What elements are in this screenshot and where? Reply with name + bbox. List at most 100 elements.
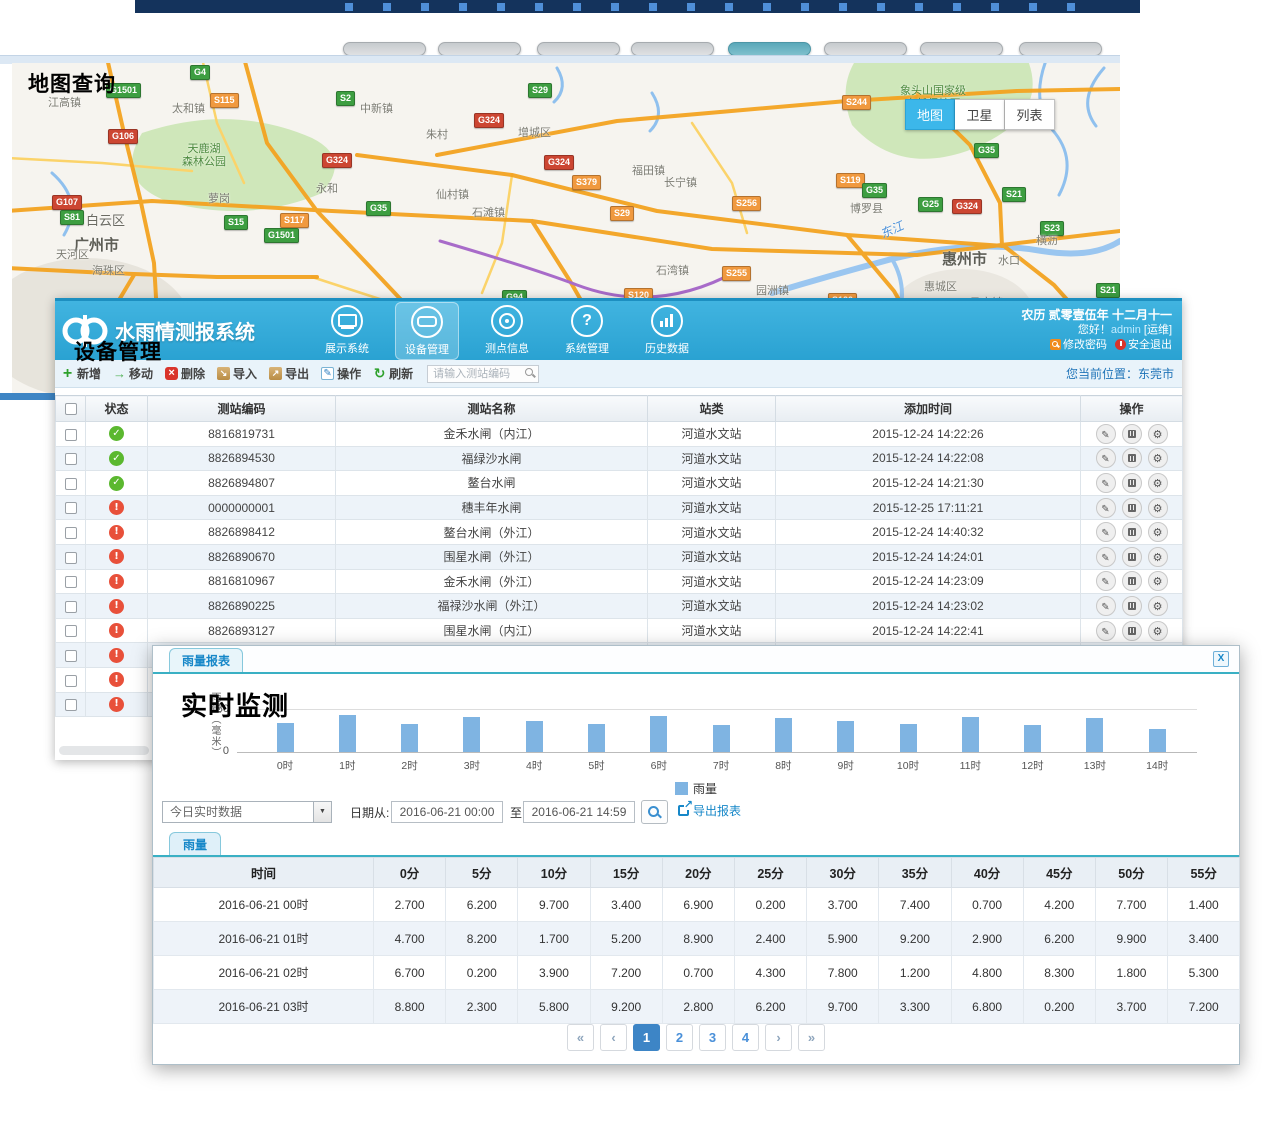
favicon[interactable] (801, 3, 809, 11)
favicon[interactable] (383, 3, 391, 11)
settings-button[interactable] (1148, 547, 1168, 567)
toolbar-button-导出[interactable]: 导出 (269, 365, 309, 382)
favicon[interactable] (345, 3, 353, 11)
tab-rain-report[interactable]: 雨量报表 (169, 648, 243, 672)
favicon[interactable] (915, 3, 923, 11)
settings-button[interactable] (1148, 448, 1168, 468)
window-tab-stub[interactable] (343, 42, 426, 56)
favicon[interactable] (573, 3, 581, 11)
nav-item-系统管理[interactable]: 系统管理 (555, 302, 619, 358)
export-report-link[interactable]: 导出报表 (678, 802, 741, 819)
favicon[interactable] (763, 3, 771, 11)
row-checkbox[interactable] (65, 699, 77, 711)
logout-link[interactable]: 安全退出 (1128, 339, 1172, 351)
archive-button[interactable] (1122, 424, 1142, 444)
favicon[interactable] (1029, 3, 1037, 11)
favicon[interactable] (953, 3, 961, 11)
settings-button[interactable] (1148, 571, 1168, 591)
settings-button[interactable] (1148, 522, 1168, 542)
favicon[interactable] (459, 3, 467, 11)
edit-button[interactable] (1096, 596, 1116, 616)
change-password-link[interactable]: 修改密码 (1063, 339, 1107, 351)
archive-button[interactable] (1122, 473, 1142, 493)
date-from-input[interactable] (391, 801, 503, 823)
settings-button[interactable] (1148, 424, 1168, 444)
favicon[interactable] (991, 3, 999, 11)
edit-button[interactable] (1096, 448, 1116, 468)
toolbar-button-删除[interactable]: 删除 (165, 365, 205, 382)
date-to-input[interactable] (523, 801, 635, 823)
map-type-button-卫星[interactable]: 卫星 (955, 99, 1005, 130)
toolbar-button-新增[interactable]: 新增 (61, 365, 101, 382)
select-all-checkbox[interactable] (65, 403, 77, 415)
close-icon[interactable]: X (1213, 651, 1229, 667)
window-tab-stub[interactable] (920, 42, 1003, 56)
pager-arrow-button[interactable]: » (798, 1024, 825, 1051)
row-checkbox[interactable] (65, 650, 77, 662)
edit-button[interactable] (1096, 473, 1116, 493)
row-checkbox[interactable] (65, 502, 77, 514)
window-tab-stub[interactable] (1019, 42, 1102, 56)
window-tab-stub[interactable] (631, 42, 714, 56)
favicon[interactable] (1067, 3, 1075, 11)
toolbar-button-移动[interactable]: 移动 (113, 365, 153, 382)
archive-button[interactable] (1122, 621, 1142, 641)
favicon[interactable] (649, 3, 657, 11)
nav-item-设备管理[interactable]: 设备管理 (395, 302, 459, 360)
station-search-input[interactable] (427, 365, 539, 383)
window-tab-stub[interactable] (438, 42, 521, 56)
pager-arrow-button[interactable]: « (567, 1024, 594, 1051)
nav-item-展示系统[interactable]: 展示系统 (315, 302, 379, 358)
page-button-1[interactable]: 1 (633, 1024, 660, 1051)
map-type-button-列表[interactable]: 列表 (1005, 99, 1055, 130)
row-checkbox[interactable] (65, 527, 77, 539)
window-tab-stub[interactable] (537, 42, 620, 56)
tab-rain[interactable]: 雨量 (169, 832, 221, 855)
page-button-3[interactable]: 3 (699, 1024, 726, 1051)
pager-arrow-button[interactable]: › (765, 1024, 792, 1051)
page-button-2[interactable]: 2 (666, 1024, 693, 1051)
archive-button[interactable] (1122, 448, 1142, 468)
archive-button[interactable] (1122, 547, 1142, 567)
row-checkbox[interactable] (65, 453, 77, 465)
favicon[interactable] (497, 3, 505, 11)
query-button[interactable] (641, 800, 668, 824)
edit-button[interactable] (1096, 424, 1116, 444)
row-checkbox[interactable] (65, 625, 77, 637)
toolbar-button-导入[interactable]: 导入 (217, 365, 257, 382)
edit-button[interactable] (1096, 547, 1116, 567)
settings-button[interactable] (1148, 596, 1168, 616)
nav-item-测点信息[interactable]: 测点信息 (475, 302, 539, 358)
favicon[interactable] (535, 3, 543, 11)
toolbar-button-刷新[interactable]: 刷新 (373, 365, 413, 382)
favicon[interactable] (725, 3, 733, 11)
archive-button[interactable] (1122, 571, 1142, 591)
edit-button[interactable] (1096, 522, 1116, 542)
row-checkbox[interactable] (65, 576, 77, 588)
window-tab-stub[interactable] (824, 42, 907, 56)
favicon[interactable] (687, 3, 695, 11)
window-tab-stub[interactable] (728, 42, 811, 56)
row-checkbox[interactable] (65, 675, 77, 687)
favicon[interactable] (611, 3, 619, 11)
edit-button[interactable] (1096, 498, 1116, 518)
map-type-button-地图[interactable]: 地图 (905, 99, 955, 130)
favicon[interactable] (839, 3, 847, 11)
settings-button[interactable] (1148, 498, 1168, 518)
row-checkbox[interactable] (65, 429, 77, 441)
archive-button[interactable] (1122, 498, 1142, 518)
edit-button[interactable] (1096, 621, 1116, 641)
page-button-4[interactable]: 4 (732, 1024, 759, 1051)
preset-select[interactable]: 今日实时数据▼ (162, 801, 332, 823)
row-checkbox[interactable] (65, 601, 77, 613)
toolbar-button-操作[interactable]: 操作 (321, 365, 361, 382)
archive-button[interactable] (1122, 596, 1142, 616)
favicon[interactable] (877, 3, 885, 11)
edit-button[interactable] (1096, 571, 1116, 591)
search-icon[interactable] (525, 368, 536, 379)
row-checkbox[interactable] (65, 478, 77, 490)
nav-item-历史数据[interactable]: 历史数据 (635, 302, 699, 358)
settings-button[interactable] (1148, 473, 1168, 493)
favicon[interactable] (421, 3, 429, 11)
pager-arrow-button[interactable]: ‹ (600, 1024, 627, 1051)
